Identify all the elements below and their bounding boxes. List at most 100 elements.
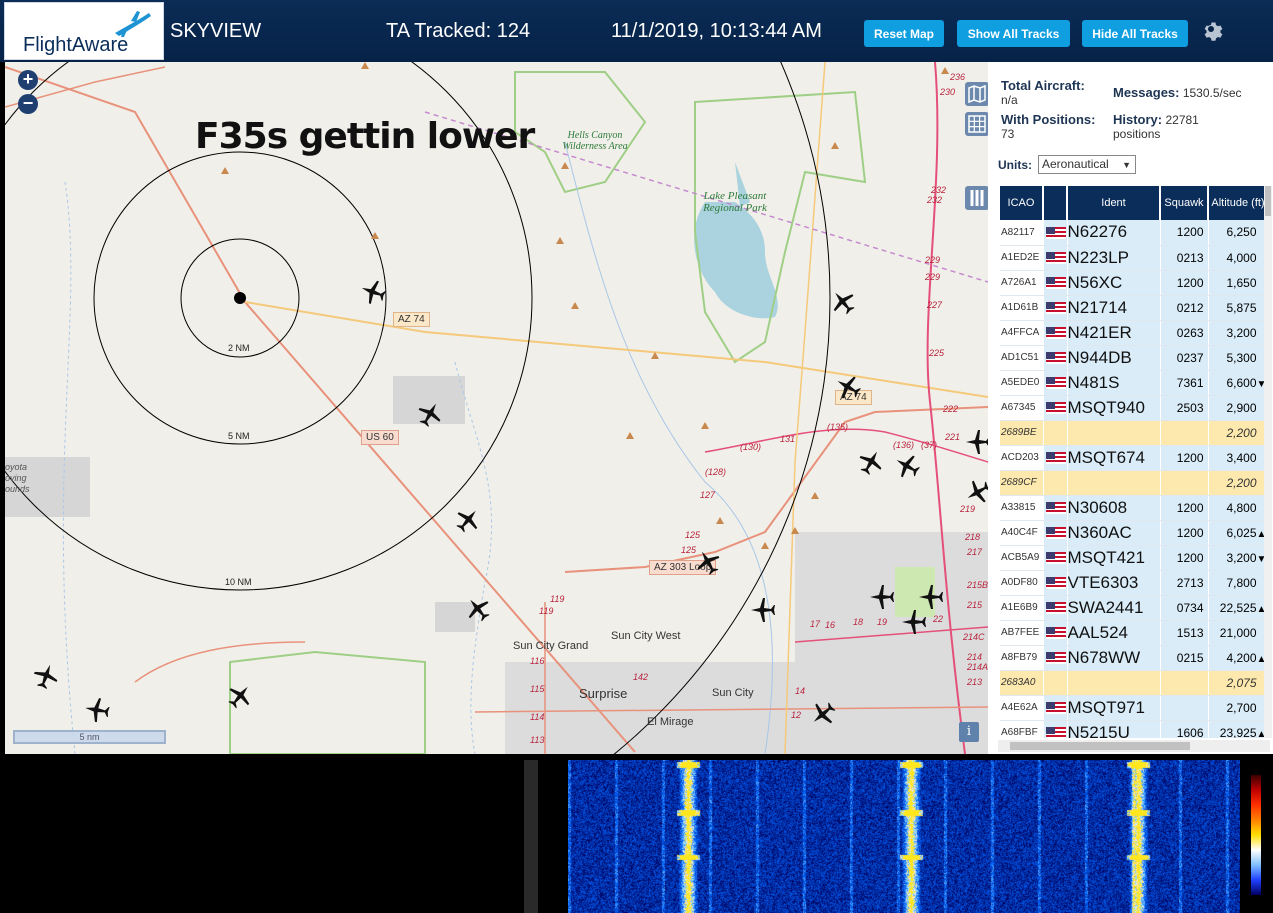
- grid-icon[interactable]: [965, 112, 988, 136]
- squawk-cell: 2713: [1160, 570, 1209, 596]
- ident-cell: AAL524: [1067, 620, 1161, 646]
- route-number-label: (128): [705, 467, 727, 477]
- altitude-value: 6,600: [1226, 375, 1257, 390]
- flag-cell: [1043, 645, 1068, 671]
- aircraft-table-wrap: ICAO Ident Squawk Altitude (ft) A82117 N6…: [1000, 186, 1268, 738]
- icao-cell: AD1C51: [1000, 345, 1044, 371]
- map-view[interactable]: 2 NM 5 NM 10 NM AZ 74 US 60 AZ 303 Loop …: [5, 62, 988, 754]
- col-ident[interactable]: Ident: [1067, 186, 1161, 220]
- squawk-cell: 1513: [1160, 620, 1209, 646]
- route-number-label: 236: [950, 72, 966, 82]
- altitude-value: 4,800: [1226, 500, 1257, 515]
- aircraft-icon[interactable]: [750, 597, 776, 623]
- altitude-cell: 6,025▲: [1208, 520, 1268, 546]
- altitude-cell: 7,800: [1208, 570, 1268, 596]
- us-flag-icon: [1045, 327, 1066, 340]
- table-row[interactable]: ACB5A9 MSQT421 1200 3,200▼: [1000, 545, 1268, 571]
- table-row[interactable]: AD1C51 N944DB 0237 5,300: [1000, 345, 1268, 371]
- route-number-label: 214C: [963, 632, 985, 642]
- table-row[interactable]: A33815 N30608 1200 4,800: [1000, 495, 1268, 521]
- columns-icon[interactable]: [965, 186, 988, 210]
- table-row[interactable]: A68FBF N5215U 1606 23,925▲: [1000, 720, 1268, 738]
- table-horizontal-scrollbar[interactable]: [998, 740, 1270, 752]
- route-number-label: 16: [825, 620, 836, 630]
- table-row[interactable]: A1ED2E N223LP 0213 4,000: [1000, 245, 1268, 271]
- route-number-label: 217: [967, 547, 983, 557]
- flag-cell: [1043, 295, 1068, 321]
- aircraft-icon[interactable]: [869, 584, 895, 610]
- flightaware-logo[interactable]: FlightAware: [4, 2, 164, 60]
- header-bar: FlightAware SKYVIEW TA Tracked: 124 11/1…: [0, 0, 1273, 62]
- units-select[interactable]: Aeronautical: [1038, 155, 1136, 174]
- ident-cell: SWA2441: [1067, 595, 1161, 621]
- route-number-label: 230: [940, 87, 956, 97]
- squawk-cell: 1200: [1160, 445, 1209, 471]
- ident-cell: MSQT421: [1067, 545, 1161, 571]
- us-flag-icon: [1045, 652, 1066, 665]
- icao-cell: AB7FEE: [1000, 620, 1044, 646]
- altitude-cell: 2,200: [1208, 420, 1268, 446]
- with-positions-value: 73: [1001, 127, 1015, 141]
- place-hells-canyon: Hells Canyon Wilderness Area: [562, 130, 628, 152]
- table-row[interactable]: 2689BE 2,200: [1000, 420, 1268, 446]
- ident-cell: N30608: [1067, 495, 1161, 521]
- gear-icon[interactable]: [1199, 17, 1223, 41]
- flag-cell: [1043, 370, 1068, 396]
- icao-cell: 2689BE: [1000, 420, 1044, 446]
- table-row[interactable]: A82117 N62276 1200 6,250: [1000, 220, 1268, 246]
- squawk-cell: [1160, 470, 1209, 496]
- squawk-cell: 1200: [1160, 270, 1209, 296]
- flag-cell: [1043, 595, 1068, 621]
- table-row[interactable]: A40C4F N360AC 1200 6,025▲: [1000, 520, 1268, 546]
- flag-cell: [1043, 570, 1068, 596]
- table-row[interactable]: A4FFCA N421ER 0263 3,200: [1000, 320, 1268, 346]
- col-icao[interactable]: ICAO: [1000, 186, 1044, 220]
- icao-cell: A8FB79: [1000, 645, 1044, 671]
- map-layer-icon[interactable]: [965, 82, 988, 106]
- table-vertical-scrollbar[interactable]: [1264, 186, 1272, 738]
- zoom-out-button[interactable]: −: [18, 94, 38, 114]
- icao-cell: 2689CF: [1000, 470, 1044, 496]
- place-sun-city-grand: Sun City Grand: [513, 640, 589, 652]
- zoom-in-button[interactable]: +: [18, 70, 38, 90]
- ident-cell: [1067, 420, 1161, 446]
- aircraft-icon[interactable]: [901, 609, 927, 635]
- route-number-label: 229: [925, 272, 941, 282]
- col-squawk[interactable]: Squawk: [1160, 186, 1209, 220]
- ident-cell: N223LP: [1067, 245, 1161, 271]
- table-row[interactable]: A0DF80 VTE6303 2713 7,800: [1000, 570, 1268, 596]
- altitude-value: 1,650: [1226, 275, 1257, 290]
- table-row[interactable]: AB7FEE AAL524 1513 21,000: [1000, 620, 1268, 646]
- show-all-tracks-button[interactable]: Show All Tracks: [957, 20, 1070, 47]
- ident-cell: [1067, 670, 1161, 696]
- table-row[interactable]: 2689CF 2,200: [1000, 470, 1268, 496]
- altitude-value: 21,000: [1219, 625, 1257, 640]
- icao-cell: A1E6B9: [1000, 595, 1044, 621]
- icao-cell: A68FBF: [1000, 720, 1044, 738]
- messages-stat: Messages: 1530.5/sec: [1113, 86, 1242, 101]
- table-row[interactable]: ACD203 MSQT674 1200 3,400: [1000, 445, 1268, 471]
- table-row[interactable]: A5EDE0 N481S 7361 6,600▼: [1000, 370, 1268, 396]
- aircraft-icon[interactable]: [82, 695, 112, 725]
- reset-map-button[interactable]: Reset Map: [864, 20, 944, 47]
- route-number-label: 232: [931, 185, 947, 195]
- info-button[interactable]: i: [959, 722, 979, 742]
- altitude-cell: 4,800: [1208, 495, 1268, 521]
- altitude-cell: 2,200: [1208, 470, 1268, 496]
- col-flag[interactable]: [1043, 186, 1068, 220]
- table-row[interactable]: A1E6B9 SWA2441 0734 22,525▲: [1000, 595, 1268, 621]
- icao-cell: A4E62A: [1000, 695, 1044, 721]
- table-row[interactable]: A67345 MSQT940 2503 2,900: [1000, 395, 1268, 421]
- plane-logo-icon: [115, 11, 151, 37]
- table-row[interactable]: 2683A0 2,075: [1000, 670, 1268, 696]
- aircraft-icon[interactable]: [965, 429, 988, 455]
- table-row[interactable]: A726A1 N56XC 1200 1,650: [1000, 270, 1268, 296]
- altitude-cell: 23,925▲: [1208, 720, 1268, 738]
- col-altitude[interactable]: Altitude (ft): [1208, 186, 1268, 220]
- table-row[interactable]: A4E62A MSQT971 2,700: [1000, 695, 1268, 721]
- table-row[interactable]: A8FB79 N678WW 0215 4,200▲: [1000, 645, 1268, 671]
- altitude-value: 4,000: [1226, 250, 1257, 265]
- aircraft-icon[interactable]: [918, 584, 944, 610]
- table-row[interactable]: A1D61B N21714 0212 5,875: [1000, 295, 1268, 321]
- hide-all-tracks-button[interactable]: Hide All Tracks: [1082, 20, 1188, 47]
